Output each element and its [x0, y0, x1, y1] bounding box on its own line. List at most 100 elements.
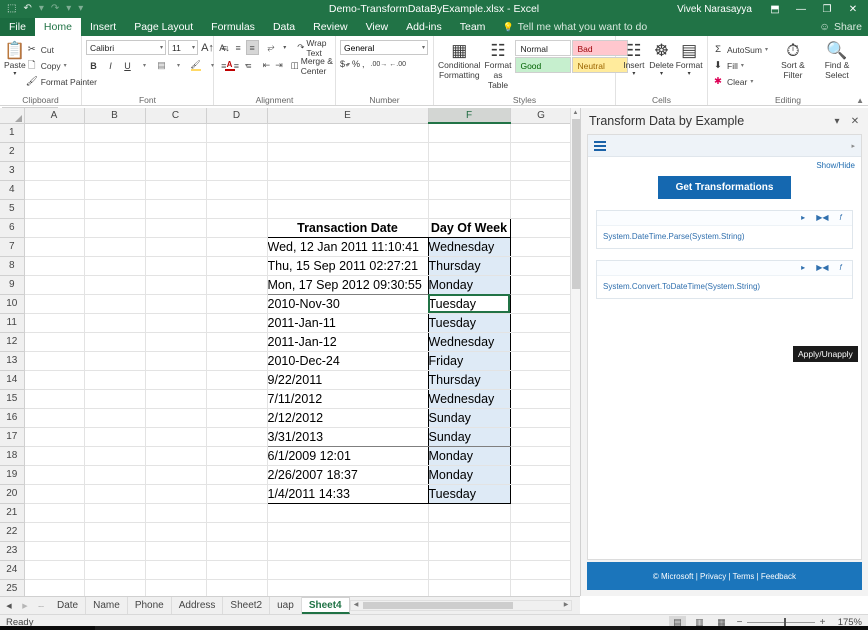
cell-G8[interactable]: [510, 256, 572, 275]
scroll-left-icon[interactable]: ◀: [351, 601, 361, 610]
cell-D8[interactable]: [206, 256, 267, 275]
cell-D1[interactable]: [206, 123, 267, 142]
row-header-11[interactable]: 11: [0, 313, 24, 332]
row-header-25[interactable]: 25: [0, 579, 24, 596]
sheet-tab-sheet4[interactable]: Sheet4: [302, 597, 350, 614]
cell-G15[interactable]: [510, 389, 572, 408]
cell-C12[interactable]: [145, 332, 206, 351]
cell-C16[interactable]: [145, 408, 206, 427]
cell-E22[interactable]: [267, 522, 428, 541]
apply-unapply-icon[interactable]: ▶◀: [816, 264, 828, 272]
autosum-caret-icon[interactable]: ▾: [765, 46, 768, 53]
clear-button[interactable]: ✱ Clear ▾: [712, 74, 768, 89]
cell-G7[interactable]: [510, 237, 572, 256]
cell-A5[interactable]: [24, 199, 84, 218]
tab-view[interactable]: View: [357, 18, 398, 36]
cell-G6[interactable]: [510, 218, 572, 237]
cell-A1[interactable]: [24, 123, 84, 142]
cell-C5[interactable]: [145, 199, 206, 218]
decrease-indent-icon[interactable]: ⇤: [261, 58, 273, 73]
tab-formulas[interactable]: Formulas: [202, 18, 264, 36]
cell-G2[interactable]: [510, 142, 572, 161]
cell-B21[interactable]: [84, 503, 145, 522]
cell-F14[interactable]: Thursday: [428, 370, 510, 389]
get-transformations-button[interactable]: Get Transformations: [658, 176, 792, 199]
fill-button[interactable]: ⬇ Fill ▾: [712, 58, 768, 73]
cell-B13[interactable]: [84, 351, 145, 370]
transformation-result-item[interactable]: ▸ ▶◀ 𝑓 System.Convert.ToDateTime(System.…: [596, 260, 853, 299]
cell-E11[interactable]: 2011-Jan-11: [267, 313, 428, 332]
row-header-15[interactable]: 15: [0, 389, 24, 408]
cell-F19[interactable]: Monday: [428, 465, 510, 484]
show-hide-link[interactable]: Show/Hide: [588, 157, 861, 170]
cell-C2[interactable]: [145, 142, 206, 161]
align-middle-icon[interactable]: ≡: [232, 40, 245, 55]
row-header-7[interactable]: 7: [0, 237, 24, 256]
cell-E21[interactable]: [267, 503, 428, 522]
cell-B15[interactable]: [84, 389, 145, 408]
cell-F8[interactable]: Thursday: [428, 256, 510, 275]
cell-B19[interactable]: [84, 465, 145, 484]
cell-C15[interactable]: [145, 389, 206, 408]
cell-G21[interactable]: [510, 503, 572, 522]
cell-C7[interactable]: [145, 237, 206, 256]
cell-B6[interactable]: [84, 218, 145, 237]
tab-team[interactable]: Team: [451, 18, 495, 36]
cell-E10[interactable]: 2010-Nov-30: [267, 294, 428, 313]
cell-A10[interactable]: [24, 294, 84, 313]
fill-caret-icon[interactable]: ▾: [741, 62, 744, 69]
info-icon[interactable]: 𝑓: [840, 214, 843, 222]
cell-G10[interactable]: [510, 294, 572, 313]
transformation-result-item[interactable]: ▸ ▶◀ 𝑓 System.DateTime.Parse(System.Stri…: [596, 210, 853, 249]
cell-G1[interactable]: [510, 123, 572, 142]
cell-D11[interactable]: [206, 313, 267, 332]
cell-A24[interactable]: [24, 560, 84, 579]
cell-C19[interactable]: [145, 465, 206, 484]
cell-D9[interactable]: [206, 275, 267, 294]
task-pane-close-icon[interactable]: ✕: [846, 112, 864, 130]
tab-add-ins[interactable]: Add-ins: [397, 18, 451, 36]
align-left-icon[interactable]: ≡: [218, 58, 230, 73]
ribbon-display-options-icon[interactable]: ⬒: [762, 0, 788, 18]
row-header-24[interactable]: 24: [0, 560, 24, 579]
tab-home[interactable]: Home: [35, 18, 81, 36]
cell-D15[interactable]: [206, 389, 267, 408]
cell-F21[interactable]: [428, 503, 510, 522]
scroll-right-icon[interactable]: ▶: [561, 601, 571, 610]
currency-format-button[interactable]: $: [340, 59, 345, 69]
cell-G11[interactable]: [510, 313, 572, 332]
font-name-caret-icon[interactable]: ▾: [157, 44, 163, 51]
cell-B12[interactable]: [84, 332, 145, 351]
font-size-input[interactable]: 11 ▾: [168, 40, 198, 55]
cell-D22[interactable]: [206, 522, 267, 541]
cell-G16[interactable]: [510, 408, 572, 427]
format-as-table-button[interactable]: ☷ Format as Table: [485, 40, 512, 90]
cell-G17[interactable]: [510, 427, 572, 446]
column-header-d[interactable]: D: [206, 108, 267, 123]
font-name-input[interactable]: Calibri ▾: [86, 40, 166, 55]
cell-G18[interactable]: [510, 446, 572, 465]
row-header-10[interactable]: 10: [0, 294, 24, 313]
cell-C13[interactable]: [145, 351, 206, 370]
cell-G22[interactable]: [510, 522, 572, 541]
cell-B17[interactable]: [84, 427, 145, 446]
cell-G20[interactable]: [510, 484, 572, 503]
insert-cells-button[interactable]: ☷ Insert ▾: [620, 40, 648, 78]
format-caret-icon[interactable]: ▾: [688, 71, 691, 78]
cell-C6[interactable]: [145, 218, 206, 237]
row-header-1[interactable]: 1: [0, 123, 24, 142]
tab-data[interactable]: Data: [264, 18, 304, 36]
column-header-c[interactable]: C: [145, 108, 206, 123]
cell-A15[interactable]: [24, 389, 84, 408]
row-header-17[interactable]: 17: [0, 427, 24, 446]
cell-C1[interactable]: [145, 123, 206, 142]
cell-C22[interactable]: [145, 522, 206, 541]
comma-format-button[interactable]: ,: [362, 59, 365, 69]
cell-F12[interactable]: Wednesday: [428, 332, 510, 351]
cell-G23[interactable]: [510, 541, 572, 560]
sheet-tab-sheet2[interactable]: Sheet2: [223, 597, 270, 614]
increase-font-size-icon[interactable]: A↑: [200, 40, 215, 55]
cell-E3[interactable]: [267, 161, 428, 180]
cell-D18[interactable]: [206, 446, 267, 465]
cell-E14[interactable]: 9/22/2011: [267, 370, 428, 389]
